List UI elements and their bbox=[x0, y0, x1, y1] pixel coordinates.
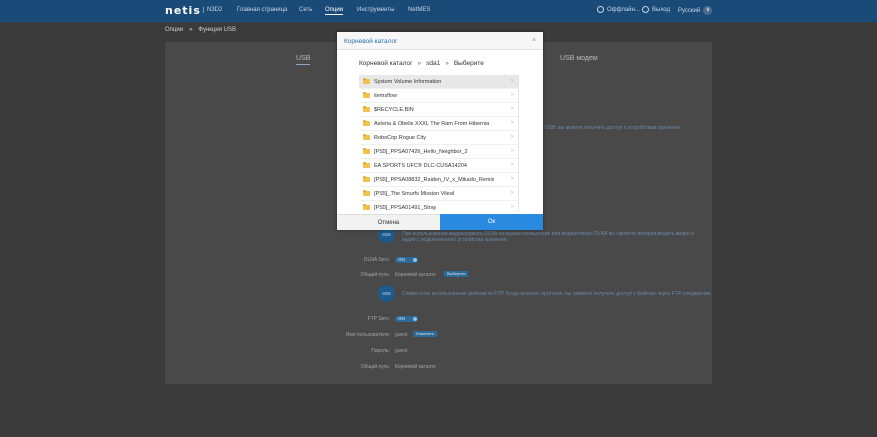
folder-list-item[interactable]: System Volume Information › bbox=[359, 75, 518, 89]
chevron-right-icon[interactable]: › bbox=[511, 78, 513, 84]
nav-netmes[interactable]: NetMES bbox=[408, 7, 430, 13]
top-nav-bar: netis N3D2 Главная страница Сеть Опции И… bbox=[0, 0, 877, 22]
chevron-right-icon[interactable]: › bbox=[511, 92, 513, 98]
ftp-label: FTP Serv: bbox=[367, 316, 390, 322]
tab-usb[interactable]: USB bbox=[296, 55, 311, 65]
tab-usb-modem[interactable]: USB модем bbox=[560, 55, 598, 62]
folder-name: System Volume Information bbox=[374, 78, 442, 85]
folder-name: [PS5]_The Smurfs Mission Vileaf bbox=[374, 190, 455, 197]
chevron-right-icon[interactable]: › bbox=[511, 148, 513, 154]
ftp-logo-icon bbox=[378, 285, 395, 302]
model-name: N3D2 bbox=[203, 7, 222, 13]
folder-name: [PS5]_PPSA01491_Stray bbox=[374, 204, 437, 211]
breadcrumb-options[interactable]: Опции bbox=[165, 27, 183, 33]
logout-label: Выход bbox=[652, 6, 670, 13]
chevron-down-icon: ∨ bbox=[703, 6, 713, 15]
folder-list[interactable]: System Volume Information › itemsflow › $REC… bbox=[359, 75, 519, 211]
folder-name: [PS5]_PPSA07426_Hello_Neighbor_2 bbox=[374, 148, 468, 155]
ftp-pass-value: guest bbox=[395, 348, 408, 354]
folder-icon bbox=[363, 134, 370, 140]
brand-logo[interactable]: netis bbox=[165, 4, 201, 17]
breadcrumb: Опции » Функция USB bbox=[165, 27, 236, 33]
toggle-knob bbox=[413, 317, 417, 321]
dlna-share-label: Общий путь: bbox=[360, 272, 390, 278]
nav-network[interactable]: Сеть bbox=[299, 7, 312, 13]
ftp-toggle[interactable]: ON bbox=[395, 316, 418, 322]
folder-list-item[interactable]: [PS5]_The Smurfs Mission Vileaf › bbox=[359, 187, 518, 201]
folder-list-item[interactable]: [PS5]_PPSA07426_Hello_Neighbor_2 › bbox=[359, 145, 518, 159]
breadcrumb-usb: Функция USB bbox=[198, 27, 236, 33]
ok-button[interactable]: Ок bbox=[440, 214, 543, 230]
folder-icon bbox=[363, 162, 370, 168]
chevron-right-icon[interactable]: › bbox=[511, 204, 513, 210]
dialog-footer: Отмена Ок bbox=[337, 214, 543, 230]
close-icon[interactable]: × bbox=[532, 37, 536, 44]
ftp-pass-label: Пароль: bbox=[371, 348, 390, 354]
dlna-description: При использовании медиасервера DLNA на в… bbox=[402, 231, 694, 243]
folder-icon bbox=[363, 92, 370, 98]
dlna-share-value: Корневой каталог bbox=[395, 272, 437, 278]
folder-picker-dialog: Корневой каталог × Корневой каталог » sd… bbox=[337, 32, 543, 230]
folder-name: Asteria & Obelix XXXL The Ram From Hiber… bbox=[374, 120, 490, 127]
path-root[interactable]: Корневой каталог bbox=[359, 60, 412, 67]
path-choose: Выберите bbox=[453, 60, 484, 67]
folder-icon bbox=[363, 148, 370, 154]
user-status[interactable]: Оффлайн... bbox=[597, 6, 640, 13]
nav-tools[interactable]: Инструменты bbox=[357, 7, 394, 13]
folder-list-item[interactable]: [PS5]_PPSA01491_Stray › bbox=[359, 201, 518, 211]
folder-icon bbox=[363, 78, 370, 84]
ftp-user-label: Имя пользователя: bbox=[345, 332, 390, 338]
dlna-toggle-label: ON bbox=[398, 257, 405, 262]
usb-hint-text: USB, вы можете получить доступ к устройс… bbox=[545, 125, 682, 131]
ftp-description: Совместное использование файлов по FTP. … bbox=[402, 291, 712, 297]
chevron-right-icon[interactable]: › bbox=[511, 162, 513, 168]
user-icon bbox=[597, 6, 604, 13]
folder-icon bbox=[363, 204, 370, 210]
ftp-share-value: Корневой каталог bbox=[395, 364, 437, 370]
folder-list-item[interactable]: Asteria & Obelix XXXL The Ram From Hiber… bbox=[359, 117, 518, 131]
logout-link[interactable]: Выход bbox=[642, 6, 670, 13]
folder-list-item[interactable]: RoboCop Rogue City › bbox=[359, 131, 518, 145]
folder-list-item[interactable]: $RECYCLE.BIN › bbox=[359, 103, 518, 117]
language-select[interactable]: Русский ∨ bbox=[678, 6, 713, 15]
folder-name: [PS5]_PPSA08832_Raiden_IV_x_Mikado_Remix bbox=[374, 176, 495, 183]
chevron-right-icon[interactable]: › bbox=[511, 120, 513, 126]
chevron-right-icon[interactable]: › bbox=[511, 106, 513, 112]
folder-icon bbox=[363, 176, 370, 182]
ftp-user-edit-button[interactable]: Изменить bbox=[413, 331, 438, 337]
path-separator: » bbox=[417, 60, 422, 67]
dlna-choose-button[interactable]: Выберите bbox=[444, 271, 469, 277]
folder-icon bbox=[363, 190, 370, 196]
path-sda1[interactable]: sda1 bbox=[426, 60, 440, 67]
dialog-title: Корневой каталог bbox=[344, 38, 398, 45]
ftp-share-label: Общий путь: bbox=[360, 364, 390, 370]
dialog-header: Корневой каталог × bbox=[337, 32, 543, 50]
folder-name: EA SPORTS UFC® DLC-CUSA14204 bbox=[374, 162, 467, 169]
nav-home[interactable]: Главная страница bbox=[237, 7, 287, 13]
language-label: Русский bbox=[678, 7, 701, 14]
folder-icon bbox=[363, 120, 370, 126]
folder-icon bbox=[363, 106, 370, 112]
path-separator: » bbox=[445, 60, 449, 67]
ftp-toggle-label: ON bbox=[398, 316, 405, 321]
logout-icon bbox=[642, 6, 649, 13]
folder-list-item[interactable]: EA SPORTS UFC® DLC-CUSA14204 › bbox=[359, 159, 518, 173]
breadcrumb-separator: » bbox=[189, 27, 193, 33]
ftp-user-value: guest bbox=[395, 332, 408, 338]
user-status-label: Оффлайн... bbox=[607, 6, 640, 13]
cancel-button[interactable]: Отмена bbox=[337, 214, 440, 230]
folder-name: itemsflow bbox=[374, 92, 397, 99]
toggle-knob bbox=[413, 258, 417, 262]
chevron-right-icon[interactable]: › bbox=[511, 190, 513, 196]
chevron-right-icon[interactable]: › bbox=[511, 134, 513, 140]
dlna-label: DLNA Serv: bbox=[363, 257, 390, 263]
chevron-right-icon[interactable]: › bbox=[511, 176, 513, 182]
folder-list-item[interactable]: itemsflow › bbox=[359, 89, 518, 103]
folder-path: Корневой каталог » sda1 » Выберите bbox=[359, 60, 484, 67]
folder-name: RoboCop Rogue City bbox=[374, 134, 426, 141]
folder-list-item[interactable]: [PS5]_PPSA08832_Raiden_IV_x_Mikado_Remix… bbox=[359, 173, 518, 187]
folder-name: $RECYCLE.BIN bbox=[374, 106, 414, 113]
nav-options[interactable]: Опции bbox=[325, 7, 344, 15]
dlna-toggle[interactable]: ON bbox=[395, 257, 418, 263]
